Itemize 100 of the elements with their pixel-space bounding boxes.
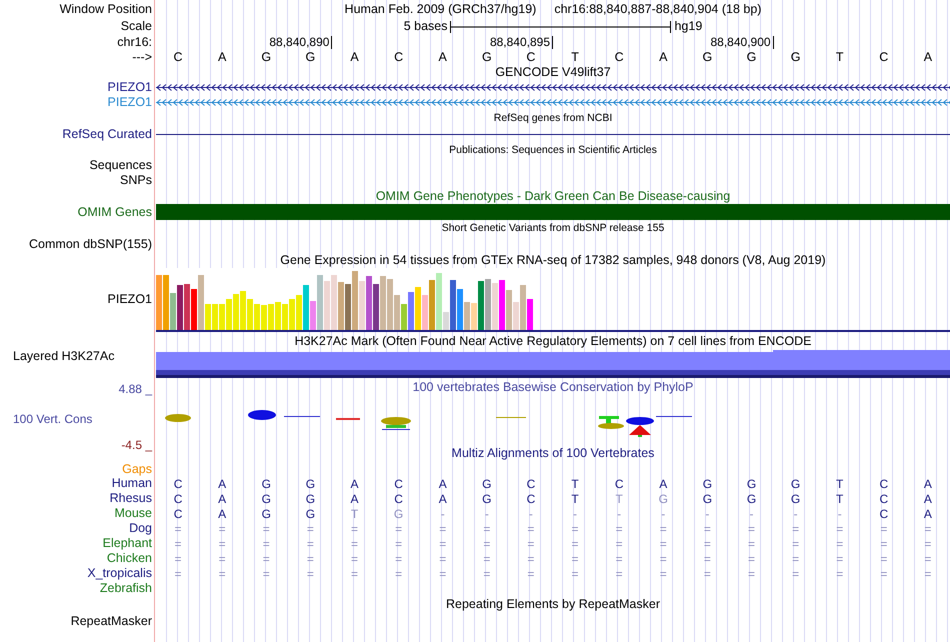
aligned-base: C <box>174 492 182 504</box>
aligned-base: G <box>702 478 712 490</box>
base-letter: A <box>218 51 226 64</box>
aligned-base: = <box>439 568 446 580</box>
aligned-base: C <box>394 478 403 490</box>
gene-model-drawing[interactable] <box>156 84 950 91</box>
aligned-base: = <box>262 568 270 580</box>
aligned-base: = <box>660 568 667 580</box>
base-letter: A <box>659 51 668 64</box>
aligned-base: A <box>438 492 447 504</box>
aligned-base: = <box>836 552 844 564</box>
track-title: Multiz Alignments of 100 Vertebrates <box>452 446 654 460</box>
ruler-tick-label: 88,840,890 <box>269 36 332 49</box>
aligned-base: = <box>616 552 623 564</box>
aligned-base: = <box>924 538 932 550</box>
aligned-base: = <box>174 568 182 580</box>
aligned-base: A <box>924 492 932 504</box>
base-letter: A <box>350 51 359 64</box>
gene-label[interactable]: PIEZO1 <box>108 96 152 109</box>
aligned-base: = <box>748 568 755 580</box>
aligned-base: = <box>616 568 623 580</box>
aligned-base: = <box>704 552 711 564</box>
aligned-base: G <box>482 478 492 490</box>
aligned-base: A <box>659 478 668 490</box>
species-label: Dog <box>129 522 152 535</box>
aligned-base: = <box>483 552 490 564</box>
aligned-base: C <box>526 492 536 504</box>
aligned-base: = <box>174 538 182 550</box>
aligned-base: = <box>483 522 490 534</box>
base-letter: C <box>174 51 183 64</box>
aligned-base: = <box>572 538 579 550</box>
aligned-base: = <box>572 552 579 564</box>
aligned-base: G <box>262 508 271 520</box>
aligned-base: = <box>262 538 270 550</box>
aligned-base: = <box>836 522 844 534</box>
base-letter: G <box>261 51 272 64</box>
aligned-base: T <box>571 492 579 504</box>
track-label: chr16: <box>117 36 152 49</box>
aligned-base: = <box>527 522 534 534</box>
track-title: Short Genetic Variants from dbSNP release 155 <box>442 222 664 234</box>
aligned-base: C <box>174 508 182 520</box>
aligned-base: A <box>218 478 226 490</box>
aligned-base: A <box>350 492 358 504</box>
aligned-base: = <box>748 522 755 534</box>
track-label: 100 Vert. Cons <box>12 413 92 425</box>
expression-bars-drawing[interactable] <box>156 271 533 330</box>
gene-label[interactable]: PIEZO1 <box>108 81 152 94</box>
track-label: Sequences <box>89 158 152 172</box>
aligned-base: - <box>705 508 710 520</box>
aligned-base: A <box>218 508 226 520</box>
base-letter: G <box>482 51 492 64</box>
aligned-base: = <box>218 522 226 534</box>
aligned-base: C <box>879 478 888 490</box>
track-title: 100 vertebrates Basewise Conservation by PhyloP <box>412 380 694 394</box>
ruler-tick-label: 88,840,895 <box>490 36 553 49</box>
aligned-base: G <box>790 492 800 504</box>
species-label: Zebrafish <box>100 582 152 595</box>
track-label: OMIM Genes <box>78 206 152 218</box>
track-title: H3K27Ac Mark (Often Found Near Active Regulatory Elements) on 7 cell lines from ENCODE <box>294 334 812 348</box>
aligned-base: = <box>395 568 402 580</box>
track-title: Publications: Sequences in Scientific Articles <box>449 144 657 156</box>
aligned-base: = <box>748 538 755 550</box>
position-text: chr16:88,840,887-88,840,904 (18 bp) <box>554 2 762 16</box>
aligned-base: = <box>395 522 402 534</box>
aligned-base: - <box>484 508 489 520</box>
track-label: Layered H3K27Ac <box>13 350 114 362</box>
aligned-base: T <box>836 478 844 490</box>
axis-max-label: 4.88 _ <box>118 381 152 397</box>
aligned-base: = <box>527 538 534 550</box>
track-label: Common dbSNP(155) <box>29 238 152 250</box>
aligned-base: G <box>306 492 316 504</box>
aligned-base: C <box>526 478 536 490</box>
aligned-base: = <box>880 552 888 564</box>
aligned-base: = <box>924 552 932 564</box>
aligned-base: = <box>660 552 667 564</box>
species-label: Mouse <box>114 507 152 520</box>
aligned-base: G <box>306 508 316 520</box>
aligned-base: = <box>704 538 711 550</box>
aligned-base: = <box>660 522 667 534</box>
aligned-base: G <box>746 478 756 490</box>
aligned-base: - <box>838 508 842 520</box>
base-letter: C <box>526 51 536 64</box>
track-label: Gaps <box>122 462 152 476</box>
aligned-base: = <box>218 538 226 550</box>
aligned-base: = <box>572 522 579 534</box>
aligned-base: G <box>306 478 316 490</box>
aligned-base: = <box>792 538 800 550</box>
aligned-base: = <box>350 538 358 550</box>
aligned-base: A <box>438 478 447 490</box>
aligned-base: = <box>262 552 270 564</box>
aligned-base: T <box>615 492 623 504</box>
assembly-name: Human Feb. 2009 (GRCh37/hg19) <box>344 2 536 16</box>
aligned-base: = <box>174 522 182 534</box>
aligned-base: - <box>617 508 622 520</box>
aligned-base: = <box>439 552 446 564</box>
aligned-base: G <box>746 492 756 504</box>
aligned-base: = <box>527 568 534 580</box>
scale-bar-icon <box>450 20 672 32</box>
aligned-base: T <box>571 478 579 490</box>
aligned-base: = <box>616 538 623 550</box>
